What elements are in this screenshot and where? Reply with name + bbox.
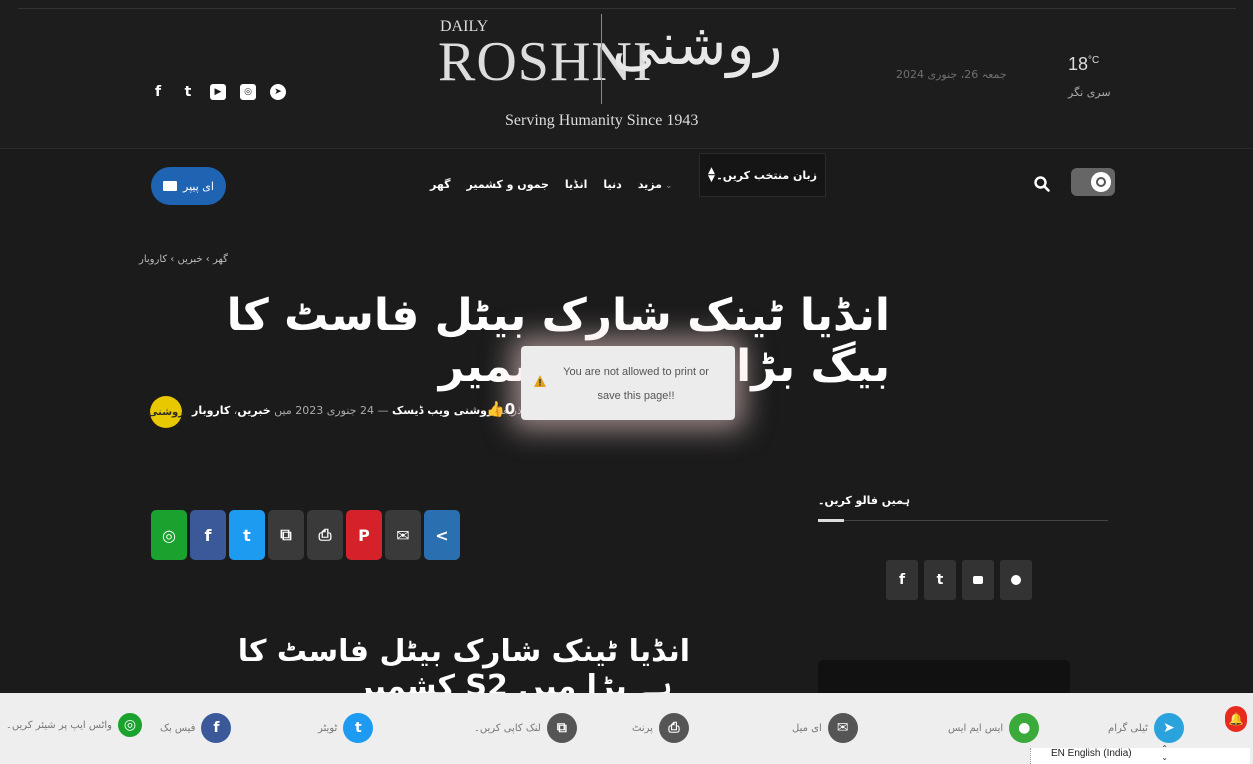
bar-twitter-button[interactable]: t ٹویٹر [318, 713, 374, 743]
search-icon[interactable] [1032, 174, 1052, 194]
bar-email-button[interactable]: ✉ ای میل [792, 713, 858, 743]
print-button[interactable]: ⎙ [307, 510, 343, 560]
bar-whatsapp-button[interactable]: ◎ واٹس ایپ پر شیئر کریں۔ [6, 713, 143, 737]
system-language-label: EN English (India) [1051, 748, 1132, 759]
like-count[interactable]: 👍0 [486, 400, 515, 418]
epaper-label: ای پیپر [183, 179, 214, 193]
twitter-icon[interactable]: t [180, 84, 196, 100]
id-card-icon [163, 181, 178, 191]
email-share-button[interactable]: ✉ [385, 510, 421, 560]
copy-icon: ⧉ [546, 713, 577, 743]
print-icon: ⎙ [658, 713, 689, 743]
dark-mode-toggle[interactable] [1071, 168, 1115, 196]
in-label: میں [274, 404, 292, 417]
sms-icon: ● [1009, 713, 1040, 743]
print-blocked-popup: You are not allowed to print or save thi… [521, 346, 735, 420]
facebook-share-button[interactable]: f [190, 510, 226, 560]
nav-item-india[interactable]: انڈیا [565, 178, 588, 191]
facebook-icon: f [201, 713, 232, 743]
bar-sms-button[interactable]: ● ایس ایم ایس [948, 713, 1040, 743]
date-separator: — [377, 404, 389, 417]
nav-item-world[interactable]: دنیا [603, 178, 621, 191]
popup-message: You are not allowed to print or save thi… [563, 366, 709, 402]
nav-item-jammu-kashmir[interactable]: جموں و کشمیر [467, 178, 549, 191]
youtube-icon[interactable] [962, 560, 994, 600]
more-share-button[interactable]: < [424, 510, 460, 560]
temperature: 18°C [1068, 54, 1099, 75]
like-value: 0 [504, 400, 516, 418]
temperature-unit: °C [1088, 55, 1100, 66]
language-select[interactable]: ▲ ▼ زبان منتخب کریں۔ [699, 153, 826, 197]
temperature-value: 18 [1068, 54, 1089, 74]
category-business[interactable]: کاروبار [192, 404, 230, 417]
breadcrumb[interactable]: گھر › خبریں › کاروبار [139, 254, 228, 265]
whatsapp-share-button[interactable]: ◎ [151, 510, 187, 560]
current-date: جمعہ 26، جنوری 2024 [896, 68, 1007, 81]
bar-facebook-label: فیس بک [160, 722, 196, 734]
bar-sms-label: ایس ایم ایس [948, 722, 1004, 734]
category-news[interactable]: خبریں [237, 404, 270, 417]
bar-email-label: ای میل [792, 722, 822, 734]
bar-whatsapp-label: واٹس ایپ پر شیئر کریں۔ [6, 719, 113, 731]
bar-copy-link-label: لنک کاپی کریں۔ [474, 722, 541, 734]
input-mode-icon: ⌃ ⌄ [1161, 744, 1168, 762]
bar-facebook-button[interactable]: f فیس بک [160, 713, 232, 743]
sort-arrows-icon: ▲ ▼ [708, 166, 715, 184]
author-name[interactable]: روشنی ویب ڈیسک [392, 404, 493, 417]
twitter-icon[interactable]: t [924, 560, 956, 600]
nav-menu: گھر جموں و کشمیر انڈیا دنیا مزید ⌄ [430, 178, 673, 191]
telegram-icon[interactable] [1000, 560, 1032, 600]
instagram-icon[interactable]: ◎ [240, 84, 256, 100]
facebook-icon[interactable]: f [886, 560, 918, 600]
follow-divider [818, 520, 1108, 521]
youtube-icon[interactable]: ▶ [210, 84, 226, 100]
email-icon: ✉ [827, 713, 858, 743]
pinterest-share-button[interactable]: P [346, 510, 382, 560]
telegram-icon[interactable]: ➤ [270, 84, 286, 100]
follow-icons: f t [886, 560, 1032, 600]
notification-bell-icon[interactable]: 🔔 [1225, 706, 1247, 732]
logo-urdu[interactable]: روشنی [612, 10, 782, 78]
twitter-share-button[interactable]: t [229, 510, 265, 560]
weather-city: سری نگر [1068, 86, 1111, 99]
language-select-label: زبان منتخب کریں۔ [716, 168, 817, 182]
whatsapp-icon: ◎ [118, 713, 143, 737]
twitter-icon: t [343, 713, 374, 743]
facebook-icon[interactable]: f [150, 84, 166, 100]
system-language-indicator[interactable]: EN English (India) ⌃ ⌄ [1030, 744, 1250, 764]
bar-twitter-label: ٹویٹر [318, 722, 338, 734]
copy-link-button[interactable]: ⧉ [268, 510, 304, 560]
follow-us-title: ہمیں فالو کریں۔ [818, 494, 910, 507]
header-border [18, 8, 1236, 9]
bar-telegram-label: ٹیلی گرام [1108, 722, 1148, 734]
toggle-knob [1091, 172, 1111, 192]
bar-print-label: پرنٹ [632, 722, 653, 734]
article-title: انڈیا ٹینک شارک بیٹل فاسٹ کا کشمیر S2 بی… [226, 290, 890, 392]
follow-divider-accent [818, 519, 844, 522]
telegram-icon: ➤ [1153, 713, 1184, 743]
header-social-links: f t ▶ ◎ ➤ [150, 84, 286, 100]
epaper-button[interactable]: ای پیپر [151, 167, 226, 205]
nav-item-more-label: مزید [637, 178, 662, 191]
logo-divider [601, 14, 602, 104]
logo-tagline: Serving Humanity Since 1943 [505, 112, 699, 129]
thumbs-up-icon: 👍 [486, 400, 505, 418]
bar-copy-link-button[interactable]: ⧉ لنک کاپی کریں۔ [474, 713, 577, 743]
bar-print-button[interactable]: ⎙ پرنٹ [632, 713, 689, 743]
nav-item-home[interactable]: گھر [430, 178, 451, 191]
article-meta: بذریعہ روشنی ویب ڈیسک — 24 جنوری 2023 می… [192, 404, 526, 417]
publish-date: 24 جنوری 2023 [295, 404, 374, 417]
warning-icon [534, 375, 546, 387]
bar-telegram-button[interactable]: ➤ ٹیلی گرام [1108, 713, 1184, 743]
share-buttons: ◎ f t ⧉ ⎙ P ✉ < [151, 510, 460, 560]
author-avatar[interactable]: روشنی [148, 396, 184, 428]
chevron-down-icon: ⌄ [664, 181, 673, 191]
nav-item-more[interactable]: مزید ⌄ [638, 178, 673, 191]
